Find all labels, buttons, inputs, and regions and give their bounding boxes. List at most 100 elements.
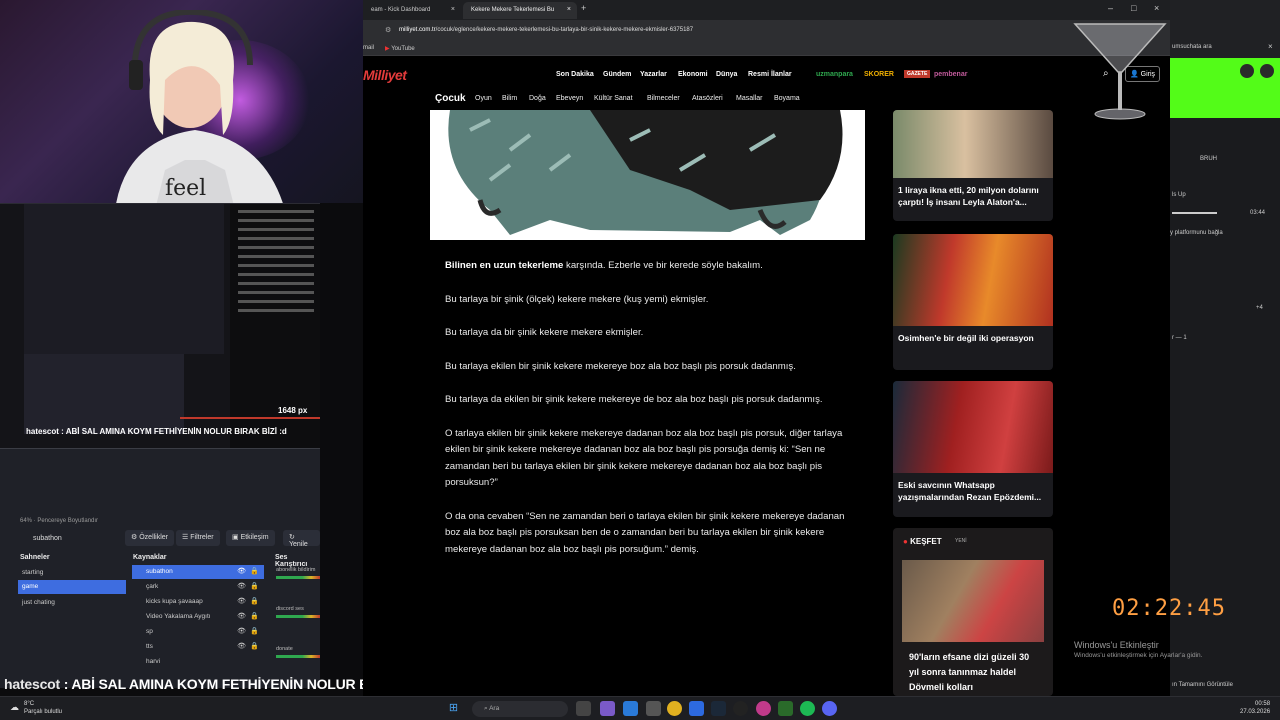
lock-icon[interactable]: 🔒 <box>250 597 259 605</box>
eye-icon[interactable]: 👁 <box>237 642 246 650</box>
news-caption[interactable]: Eski savcının Whatsapp yazışmalarından R… <box>893 473 1053 509</box>
nav-dunya[interactable]: Dünya <box>716 71 737 78</box>
kesfet-title: ● KEŞFET <box>903 537 942 546</box>
discord-icon[interactable] <box>822 701 837 716</box>
obs-icon[interactable] <box>733 701 748 716</box>
source-item[interactable]: subathon 👁 🔒 <box>132 565 264 579</box>
spotify-icon[interactable] <box>800 701 815 716</box>
svg-text:feel: feel <box>165 176 206 201</box>
nav-yazarlar[interactable]: Yazarlar <box>640 71 667 78</box>
mixer-channel[interactable]: donate <box>276 646 320 658</box>
dashboard-up: ls Up <box>1172 192 1186 198</box>
nav-resmi-ilanlar[interactable]: Resmi İlanlar <box>748 71 792 78</box>
cat-doga[interactable]: Doğa <box>529 95 546 102</box>
nav-son-dakika[interactable]: Son Dakika <box>556 71 594 78</box>
brand-skorer[interactable]: SKORER <box>861 70 897 79</box>
weather-widget[interactable]: 8°C Parçalı bulutlu <box>24 700 62 716</box>
close-icon[interactable]: × <box>451 6 455 13</box>
kesfet-caption[interactable]: 90'ların efsane dizi güzeli 30 yıl sonra… <box>909 650 1039 695</box>
brand-pembenar[interactable]: pembenar <box>931 70 970 79</box>
site-info-icon[interactable]: ⚙ <box>385 26 391 34</box>
site-logo[interactable]: Milliyet <box>363 67 407 83</box>
dashboard-search[interactable]: umsuchata ara <box>1172 44 1212 50</box>
cat-oyun[interactable]: Oyun <box>475 95 492 102</box>
app-icon[interactable] <box>600 701 615 716</box>
avatar[interactable] <box>1240 64 1254 78</box>
source-item[interactable]: Video Yakalama Aygıtı 👁 🔒 <box>132 610 264 624</box>
mixer-channel[interactable]: abonelik bildirim <box>276 567 320 579</box>
filters-button[interactable]: ☰ Filtreler <box>176 530 220 546</box>
eye-icon[interactable]: 👁 <box>237 612 246 620</box>
address-bar[interactable]: ⚙ milliyet.com.tr/cocuk/eglence/kekere-m… <box>363 20 1170 42</box>
news-caption[interactable]: Osimhen'e bir değil iki operasyon <box>893 326 1053 350</box>
cat-bilmeceler[interactable]: Bilmeceler <box>647 95 680 102</box>
minimize-icon[interactable]: – <box>1108 3 1113 13</box>
app-icon[interactable] <box>576 701 591 716</box>
maximize-icon[interactable]: □ <box>1131 3 1136 13</box>
steam-icon[interactable] <box>711 701 726 716</box>
source-item[interactable]: tts 👁 🔒 <box>132 640 264 654</box>
app-icon[interactable] <box>689 701 704 716</box>
eye-icon[interactable]: 👁 <box>237 627 246 635</box>
avatar[interactable] <box>1260 64 1274 78</box>
lock-icon[interactable]: 🔒 <box>250 627 259 635</box>
interact-button[interactable]: ▣ Etkileşim <box>226 530 275 546</box>
tab-milliyet[interactable]: Kekere Mekere Tekerlemesi Bu × <box>463 2 577 19</box>
app-icon[interactable] <box>646 701 661 716</box>
eye-icon[interactable]: 👁 <box>237 582 246 590</box>
cat-ebeveyn[interactable]: Ebeveyn <box>556 95 583 102</box>
lock-icon[interactable]: 🔒 <box>250 612 259 620</box>
paragraph: Bilinen en uzun tekerleme karşında. Ezbe… <box>445 260 763 271</box>
news-caption[interactable]: 1 liraya ikna etti, 20 milyon dolarını ç… <box>893 178 1053 214</box>
cat-atasozleri[interactable]: Atasözleri <box>692 95 723 102</box>
weather-icon[interactable]: ☁ <box>10 702 19 713</box>
brand-gazete[interactable]: GAZETE <box>904 70 931 78</box>
nav-gundem[interactable]: Gündem <box>603 71 631 78</box>
taskbar-search[interactable]: ⌕ Ara <box>472 701 568 717</box>
mixer-channel[interactable]: discord ses <box>276 606 320 618</box>
new-tab-icon[interactable]: + <box>581 3 586 13</box>
cat-boyama[interactable]: Boyama <box>774 95 800 102</box>
lock-icon[interactable]: 🔒 <box>250 642 259 650</box>
section-title[interactable]: Çocuk <box>435 93 466 104</box>
refresh-button[interactable]: ↻ Yenile <box>283 530 320 548</box>
news-card[interactable]: Eski savcının Whatsapp yazışmalarından R… <box>893 381 1053 517</box>
cat-kultur-sanat[interactable]: Kültür Sanat <box>594 95 633 102</box>
source-item[interactable]: kicks kupa şavaaap 👁 🔒 <box>132 595 264 609</box>
properties-button[interactable]: ⚙ Özellikler <box>125 530 175 546</box>
view-all-link[interactable]: ın Tamamını Görüntüle <box>1172 682 1233 688</box>
close-icon[interactable]: × <box>567 6 571 13</box>
eye-icon[interactable]: 👁 <box>237 597 246 605</box>
news-card[interactable]: 1 liraya ikna etti, 20 milyon dolarını ç… <box>893 110 1053 221</box>
start-icon[interactable]: ⊞ <box>446 701 461 716</box>
app-icon[interactable] <box>778 701 793 716</box>
lock-icon[interactable]: 🔒 <box>250 567 259 575</box>
dashboard-item[interactable]: r — 1 <box>1172 335 1187 341</box>
app-icon[interactable] <box>623 701 638 716</box>
window-close-icon[interactable]: × <box>1154 3 1159 13</box>
news-card[interactable]: Osimhen'e bir değil iki operasyon <box>893 234 1053 370</box>
nav-ekonomi[interactable]: Ekonomi <box>678 71 708 78</box>
source-item[interactable]: çark 👁 🔒 <box>132 580 264 594</box>
cat-masallar[interactable]: Masallar <box>736 95 762 102</box>
new-badge: YENİ <box>955 538 967 544</box>
brand-uzmanpara[interactable]: uzmanpara <box>813 70 856 79</box>
source-item[interactable]: harvi <box>132 655 264 669</box>
bookmark-mail[interactable]: mail <box>363 45 374 51</box>
tab-kick-dashboard[interactable]: eam - Kick Dashboard × <box>363 2 461 19</box>
scene-item[interactable]: game <box>18 580 126 594</box>
kesfet-card[interactable]: ● KEŞFET YENİ 90'ların efsane dizi güzel… <box>893 528 1053 696</box>
taskbar-clock[interactable]: 00:58 27.03.2026 <box>1240 700 1270 716</box>
close-icon[interactable]: × <box>1268 42 1273 51</box>
bookmark-youtube[interactable]: ▶ YouTube <box>385 45 415 52</box>
eye-icon[interactable]: 👁 <box>237 567 246 575</box>
category-nav: Çocuk Oyun Bilim Doğa Ebeveyn Kültür San… <box>363 88 1170 108</box>
source-item[interactable]: sp 👁 🔒 <box>132 625 264 639</box>
connect-platform[interactable]: y platformunu bağla <box>1170 230 1223 236</box>
scene-item[interactable]: just chating <box>18 596 126 610</box>
app-icon[interactable] <box>756 701 771 716</box>
cat-bilim[interactable]: Bilim <box>502 95 517 102</box>
lock-icon[interactable]: 🔒 <box>250 582 259 590</box>
scene-item[interactable]: starting <box>18 566 126 580</box>
chrome-icon[interactable] <box>667 701 682 716</box>
